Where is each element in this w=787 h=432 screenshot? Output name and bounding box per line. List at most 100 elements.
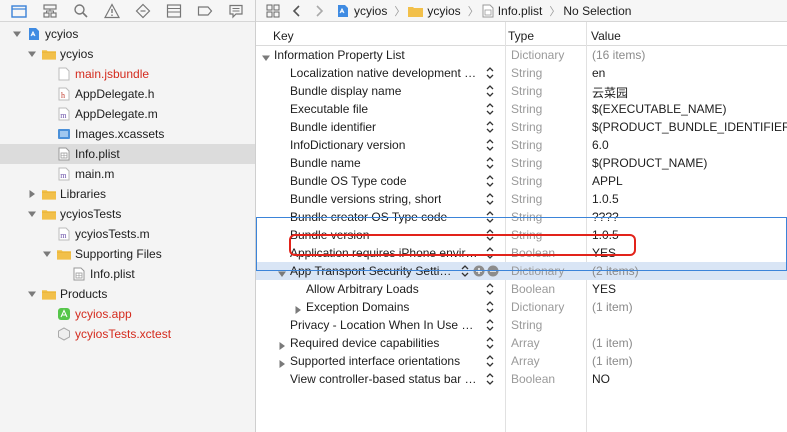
plist-key[interactable]: InfoDictionary version	[290, 138, 405, 152]
key-stepper-icon[interactable]	[485, 120, 495, 134]
navigator-item[interactable]: m AppDelegate.m	[0, 104, 255, 124]
plist-type[interactable]: String	[511, 138, 542, 152]
jumpbar-crumb-selection[interactable]: No Selection	[563, 4, 631, 18]
plist-row[interactable]: Information Property List Dictionary (16 i…	[256, 46, 787, 64]
remove-item-icon[interactable]	[487, 265, 499, 277]
plist-row[interactable]: View controller-based status bar a... Boo…	[256, 370, 787, 388]
plist-row[interactable]: Bundle versions string, short String 1.0.5	[256, 190, 787, 208]
plist-value[interactable]: 1.0.5	[592, 192, 619, 206]
related-items-grid-icon[interactable]	[264, 2, 282, 20]
key-stepper-icon[interactable]	[485, 210, 495, 224]
plist-key[interactable]: Allow Arbitrary Loads	[306, 282, 419, 296]
plist-row[interactable]: Supported interface orientations Array (1 …	[256, 352, 787, 370]
plist-key[interactable]: App Transport Security Settin...	[290, 264, 456, 278]
navigator-item[interactable]: Supporting Files	[0, 244, 255, 264]
plist-row[interactable]: InfoDictionary version String 6.0	[256, 136, 787, 154]
plist-type[interactable]: Boolean	[511, 282, 555, 296]
plist-value[interactable]: (1 item)	[592, 300, 633, 314]
key-stepper-icon[interactable]	[485, 66, 495, 80]
plist-key[interactable]: Localization native development re...	[290, 66, 480, 80]
navigator-item[interactable]: m main.m	[0, 164, 255, 184]
plist-key[interactable]: Bundle creator OS Type code	[290, 210, 447, 224]
plist-value[interactable]: YES	[592, 246, 616, 260]
plist-type[interactable]: String	[511, 120, 542, 134]
navigator-item[interactable]: Products	[0, 284, 255, 304]
plist-key[interactable]: Required device capabilities	[290, 336, 439, 350]
forward-arrow-icon[interactable]	[310, 2, 328, 20]
plist-row[interactable]: Executable file String $(EXECUTABLE_NAME)	[256, 100, 787, 118]
plist-value[interactable]: ????	[592, 210, 619, 224]
plist-type[interactable]: Dictionary	[511, 264, 564, 278]
plist-key[interactable]: Bundle versions string, short	[290, 192, 441, 206]
navigator-item[interactable]: main.jsbundle	[0, 64, 255, 84]
plist-row[interactable]: Exception Domains Dictionary (1 item)	[256, 298, 787, 316]
plist-row[interactable]: Localization native development re... Str…	[256, 64, 787, 82]
plist-value[interactable]: YES	[592, 282, 616, 296]
plist-row[interactable]: Bundle version String 1.0.5	[256, 226, 787, 244]
plist-type[interactable]: Array	[511, 336, 540, 350]
plist-type[interactable]: String	[511, 84, 542, 98]
disclosure-open-icon[interactable]	[278, 267, 286, 277]
hierarchy-icon[interactable]	[41, 2, 59, 20]
breakpoint-icon[interactable]	[196, 2, 214, 20]
plist-key[interactable]: Privacy - Location When In Use Us...	[290, 318, 480, 332]
plist-key[interactable]: Exception Domains	[306, 300, 409, 314]
plist-value[interactable]: (2 items)	[592, 264, 639, 278]
plist-key[interactable]: Bundle name	[290, 156, 361, 170]
navigator-item[interactable]: ycyios	[0, 44, 255, 64]
plist-value[interactable]: (16 items)	[592, 48, 645, 62]
plist-type[interactable]: String	[511, 228, 542, 242]
navigator-item[interactable]: Info.plist	[0, 264, 255, 284]
plist-type[interactable]: Boolean	[511, 246, 555, 260]
navigator-item[interactable]: Images.xcassets	[0, 124, 255, 144]
navigator-item[interactable]: Libraries	[0, 184, 255, 204]
plist-key[interactable]: Bundle version	[290, 228, 369, 242]
plist-type[interactable]: String	[511, 156, 542, 170]
plist-type[interactable]: String	[511, 66, 542, 80]
column-header-type[interactable]: Type	[508, 29, 534, 43]
plist-value[interactable]: 1.0.5	[592, 228, 619, 242]
plist-type[interactable]: Dictionary	[511, 300, 564, 314]
key-stepper-icon[interactable]	[485, 300, 495, 314]
add-item-icon[interactable]	[473, 265, 485, 277]
plist-value[interactable]: (1 item)	[592, 336, 633, 350]
jumpbar-crumb-project[interactable]: ycyios	[336, 4, 387, 18]
key-stepper-icon[interactable]	[485, 372, 495, 386]
disclosure-open-icon[interactable]	[27, 289, 37, 299]
plist-type[interactable]: String	[511, 210, 542, 224]
plist-row[interactable]: Allow Arbitrary Loads Boolean YES	[256, 280, 787, 298]
plist-type[interactable]: String	[511, 174, 542, 188]
plist-key[interactable]: Bundle display name	[290, 84, 401, 98]
key-stepper-icon[interactable]	[485, 228, 495, 242]
column-header-key[interactable]: Key	[273, 29, 294, 43]
plist-type[interactable]: Dictionary	[511, 48, 564, 62]
key-stepper-icon[interactable]	[485, 318, 495, 332]
plist-value[interactable]: en	[592, 66, 605, 80]
folder-icon[interactable]	[10, 2, 28, 20]
report-icon[interactable]	[227, 2, 245, 20]
warning-icon[interactable]	[103, 2, 121, 20]
jumpbar-crumb-group[interactable]: ycyios	[408, 4, 461, 18]
disclosure-open-icon[interactable]	[27, 49, 37, 59]
plist-value[interactable]: APPL	[592, 174, 623, 188]
key-stepper-icon[interactable]	[485, 174, 495, 188]
key-stepper-icon[interactable]	[485, 192, 495, 206]
plist-row[interactable]: Bundle OS Type code String APPL	[256, 172, 787, 190]
key-stepper-icon[interactable]	[485, 84, 495, 98]
plist-row[interactable]: Bundle display name String 云菜园	[256, 82, 787, 100]
key-stepper-icon[interactable]	[460, 264, 470, 278]
plist-value[interactable]: (1 item)	[592, 354, 633, 368]
navigator-item[interactable]: ycyiosTests	[0, 204, 255, 224]
plist-value[interactable]: 6.0	[592, 138, 609, 152]
plist-type[interactable]: String	[511, 318, 542, 332]
navigator-item[interactable]: h AppDelegate.h	[0, 84, 255, 104]
navigator-item[interactable]: ycyiosTests.xctest	[0, 324, 255, 344]
disclosure-open-icon[interactable]	[27, 209, 37, 219]
plist-key[interactable]: Bundle OS Type code	[290, 174, 407, 188]
key-stepper-icon[interactable]	[485, 246, 495, 260]
plist-row[interactable]: Bundle creator OS Type code String????	[256, 208, 787, 226]
plist-type[interactable]: String	[511, 102, 542, 116]
plist-row[interactable]: Privacy - Location When In Use Us... Stri…	[256, 316, 787, 334]
plist-key[interactable]: View controller-based status bar a...	[290, 372, 480, 386]
plist-key[interactable]: Bundle identifier	[290, 120, 376, 134]
